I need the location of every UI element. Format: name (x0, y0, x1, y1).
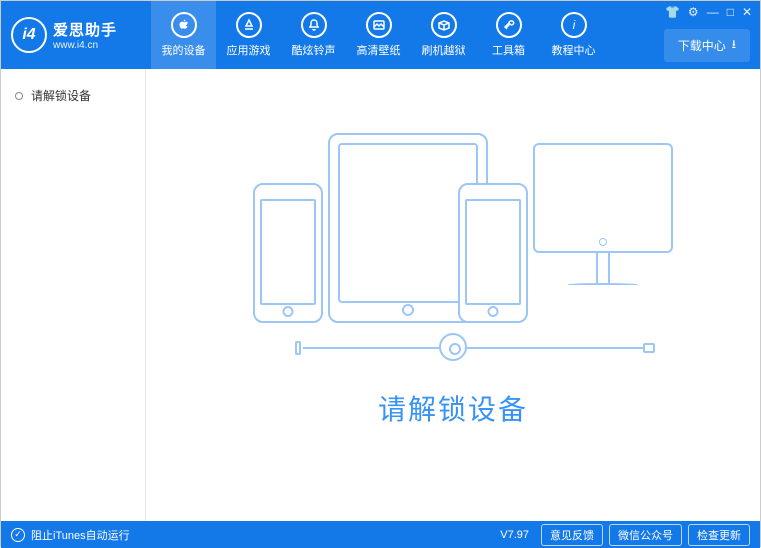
info-icon: i (561, 12, 587, 38)
sidebar-item-label: 请解锁设备 (31, 87, 91, 104)
nav-label: 工具箱 (492, 42, 525, 58)
nav-ringtones[interactable]: 酷炫铃声 (281, 1, 346, 69)
nav-tools[interactable]: 工具箱 (476, 1, 541, 69)
nav-my-device[interactable]: 我的设备 (151, 1, 216, 69)
download-label: 下载中心 (678, 37, 726, 54)
nav-label: 刷机越狱 (422, 42, 466, 58)
wechat-button[interactable]: 微信公众号 (609, 524, 682, 546)
maximize-icon[interactable]: □ (727, 5, 734, 19)
app-url: www.i4.cn (53, 40, 117, 51)
logo[interactable]: i4 爱思助手 www.i4.cn (1, 1, 151, 69)
header: i4 爱思助手 www.i4.cn 我的设备 应用游戏 酷炫铃声 高清壁纸 刷机… (1, 1, 760, 69)
monitor-icon (533, 143, 673, 313)
bell-icon (301, 12, 327, 38)
version-label: V7.97 (500, 529, 529, 541)
svg-text:i: i (572, 18, 575, 32)
block-itunes-toggle[interactable]: 阻止iTunes自动运行 (11, 527, 130, 543)
nav-label: 我的设备 (162, 42, 206, 58)
nav-label: 教程中心 (552, 42, 596, 58)
block-itunes-label: 阻止iTunes自动运行 (31, 527, 130, 543)
nav-apps[interactable]: 应用游戏 (216, 1, 281, 69)
nav-wallpapers[interactable]: 高清壁纸 (346, 1, 411, 69)
sidebar: 请解锁设备 (1, 69, 146, 521)
update-button[interactable]: 检查更新 (688, 524, 750, 546)
cable-icon (233, 333, 673, 363)
device-illustration (233, 123, 673, 343)
shirt-icon[interactable]: 👕 (665, 5, 680, 19)
phone-icon (253, 183, 323, 323)
appstore-icon (236, 12, 262, 38)
minimize-icon[interactable]: — (707, 5, 719, 19)
nav: 我的设备 应用游戏 酷炫铃声 高清壁纸 刷机越狱 工具箱 i 教程中心 (151, 1, 606, 69)
image-icon (366, 12, 392, 38)
body: 请解锁设备 请解锁设备 (1, 69, 760, 521)
download-icon: ⭳ (732, 35, 736, 56)
wrench-icon (496, 12, 522, 38)
download-center-button[interactable]: 下载中心 ⭳ (664, 29, 750, 62)
app-name: 爱思助手 (53, 19, 117, 40)
phone-icon (458, 183, 528, 323)
nav-label: 高清壁纸 (357, 42, 401, 58)
feedback-button[interactable]: 意见反馈 (541, 524, 603, 546)
window-controls: 👕 ⚙ — □ ✕ (665, 5, 752, 19)
nav-jailbreak[interactable]: 刷机越狱 (411, 1, 476, 69)
main-message: 请解锁设备 (378, 388, 528, 428)
box-icon (431, 12, 457, 38)
footer: 阻止iTunes自动运行 V7.97 意见反馈 微信公众号 检查更新 (1, 521, 760, 548)
nav-label: 酷炫铃声 (292, 42, 336, 58)
main-content: 请解锁设备 (146, 69, 760, 521)
settings-icon[interactable]: ⚙ (688, 5, 699, 19)
nav-label: 应用游戏 (227, 42, 271, 58)
apple-icon (171, 12, 197, 38)
nav-tutorials[interactable]: i 教程中心 (541, 1, 606, 69)
close-icon[interactable]: ✕ (742, 5, 752, 19)
logo-icon: i4 (11, 17, 47, 53)
sidebar-item-unlock[interactable]: 请解锁设备 (1, 83, 145, 108)
